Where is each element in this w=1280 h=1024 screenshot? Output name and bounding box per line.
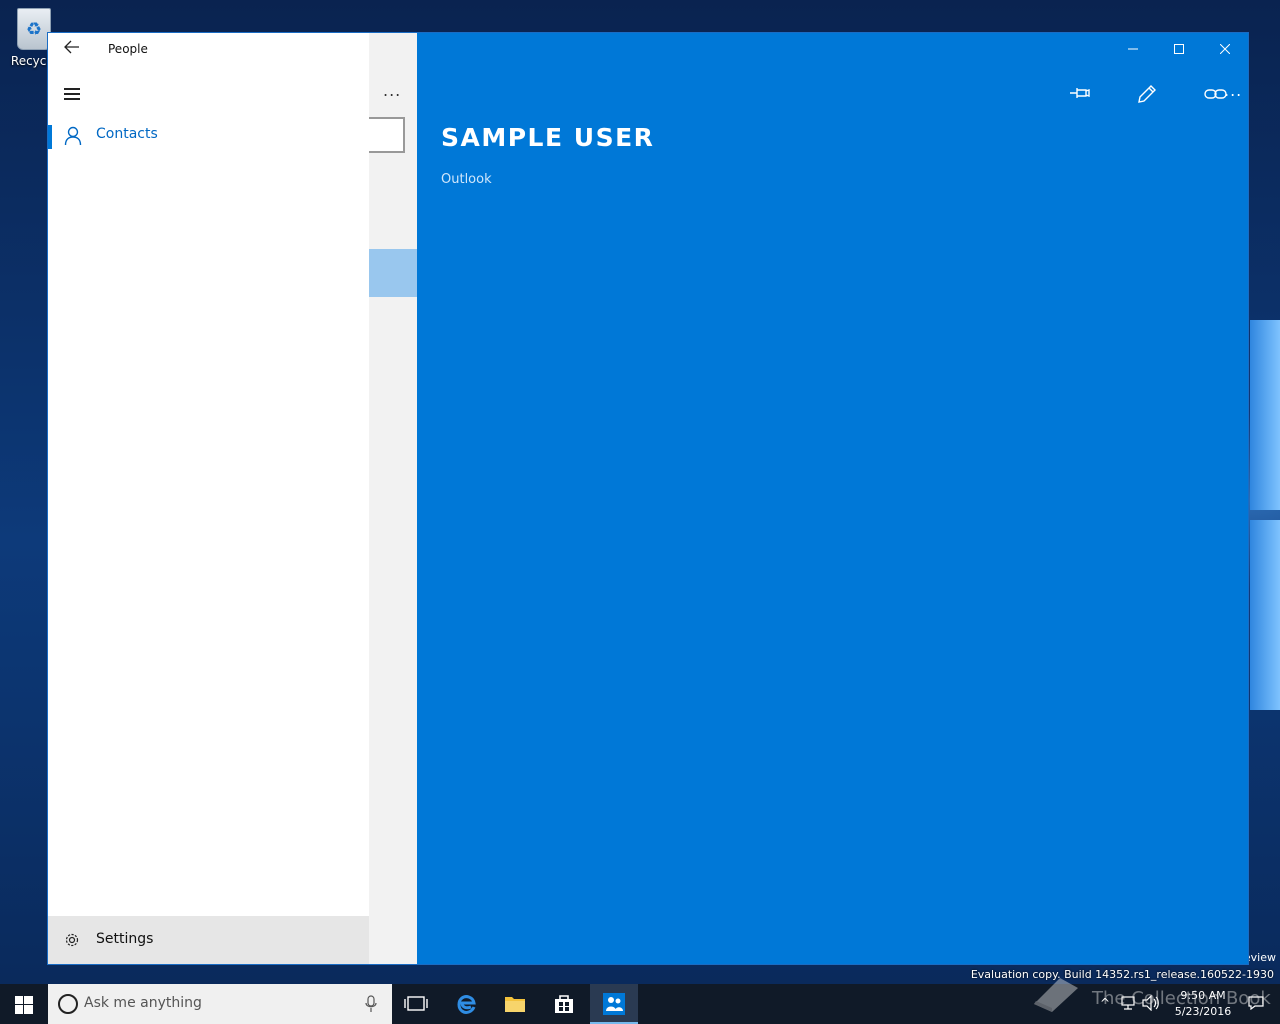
people-app-taskbar-button[interactable]: [590, 984, 638, 1024]
more-label: ...: [1224, 81, 1243, 100]
navigation-pane: People Contacts Settings: [48, 33, 369, 964]
nav-item-contacts[interactable]: Contacts: [48, 125, 369, 157]
store-bag-icon: [555, 995, 573, 1013]
nav-item-label: Settings: [96, 931, 154, 947]
search-contacts-input[interactable]: [369, 117, 405, 153]
recycle-bin-icon: [17, 8, 51, 50]
windows-logo-icon: [15, 996, 33, 1014]
list-more-button[interactable]: ...: [383, 81, 401, 100]
windows-logo-pane: [1250, 320, 1280, 510]
minimize-icon: [1128, 48, 1138, 50]
person-icon: [64, 126, 82, 146]
search-placeholder: Ask me anything: [84, 995, 202, 1011]
store-button[interactable]: [540, 984, 588, 1024]
back-arrow-icon: [64, 40, 79, 54]
close-icon: [1220, 44, 1230, 54]
microphone-icon[interactable]: [365, 995, 377, 1013]
task-view-button[interactable]: [392, 984, 440, 1024]
minimize-button[interactable]: [1110, 33, 1156, 65]
contact-name: SAMPLE USER: [441, 123, 655, 152]
maximize-button[interactable]: [1156, 33, 1202, 65]
folder-icon: [505, 997, 525, 1012]
nav-item-label: Contacts: [96, 126, 158, 142]
maximize-icon: [1174, 44, 1184, 54]
selection-indicator: [48, 125, 52, 149]
gear-icon: [65, 933, 79, 947]
edge-browser-button[interactable]: [442, 984, 490, 1024]
edge-icon: [457, 995, 476, 1014]
watermark-text: The Collection Book: [1092, 988, 1271, 1009]
start-button[interactable]: [0, 984, 48, 1024]
people-app-window: People Contacts Settings ... ... SAMPLE …: [47, 32, 1249, 965]
selected-contact-row[interactable]: [369, 249, 417, 297]
contact-detail-pane: ... SAMPLE USER Outlook: [417, 33, 1248, 964]
book-icon: [1034, 978, 1078, 1012]
file-explorer-button[interactable]: [491, 984, 539, 1024]
more-options-button[interactable]: ...: [1210, 77, 1248, 109]
pin-button[interactable]: [1059, 77, 1099, 109]
edit-button[interactable]: [1126, 77, 1166, 109]
close-button[interactable]: [1202, 33, 1248, 65]
pin-icon: [1070, 88, 1090, 98]
task-view-icon: [404, 996, 428, 1011]
windows-logo-pane: [1250, 520, 1280, 710]
hamburger-menu-button[interactable]: [56, 77, 88, 109]
cortana-icon: [58, 994, 78, 1014]
title-bar: People: [48, 33, 369, 65]
collection-book-watermark: The Collection Book: [1030, 970, 1271, 1020]
back-button[interactable]: [60, 39, 84, 59]
people-icon: [603, 993, 625, 1015]
cortana-search-box[interactable]: Ask me anything: [48, 984, 392, 1024]
contact-source: Outlook: [441, 172, 492, 187]
contact-list-pane: ...: [369, 33, 417, 964]
app-title: People: [108, 42, 148, 56]
nav-item-settings[interactable]: Settings: [48, 916, 369, 964]
pencil-icon: [1138, 85, 1156, 103]
